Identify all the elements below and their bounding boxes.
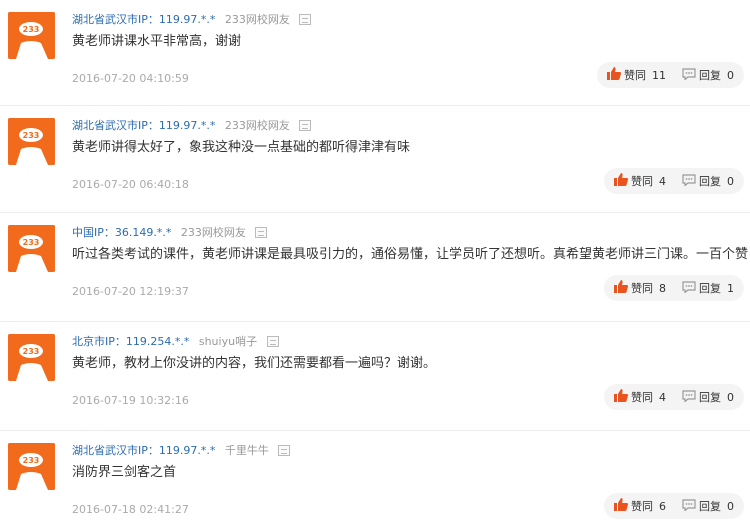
avatar-233-icon[interactable]: 233 — [8, 443, 55, 490]
comment-text: 黄老师，教材上你没讲的内容，我们还需要都看一遍吗？谢谢。 — [72, 356, 437, 371]
like-label: 赞同 — [631, 391, 653, 404]
thumbs-up-icon — [614, 389, 628, 405]
reply-label: 回复 — [699, 500, 721, 513]
comment-item: 233 湖北省武汉市IP：119.97.*.* 233网校网友 黄老师讲得太好了… — [0, 106, 750, 213]
comment-meta: 中国IP：36.149.*.* 233网校网友 — [72, 225, 268, 241]
ip-location: 北京市IP：119.254.*.* — [72, 335, 190, 348]
reply-button[interactable]: 回复 0 — [682, 498, 734, 514]
comment-text: 消防界三剑客之首 — [72, 465, 177, 480]
reply-bubble-icon — [682, 67, 696, 83]
report-icon[interactable] — [299, 13, 312, 25]
comment-meta: 湖北省武汉市IP：119.97.*.* 233网校网友 — [72, 118, 312, 134]
comment-text: 黄老师讲课水平非常高，谢谢 — [72, 34, 242, 49]
ip-location: 湖北省武汉市IP：119.97.*.* — [72, 119, 216, 132]
like-button[interactable]: 赞同 8 — [614, 280, 666, 296]
username: shuiyu哨子 — [198, 335, 258, 348]
reply-button[interactable]: 回复 1 — [682, 280, 734, 296]
comment-meta: 湖北省武汉市IP：119.97.*.* 233网校网友 — [72, 12, 312, 28]
reply-label: 回复 — [699, 175, 721, 188]
like-count: 6 — [659, 499, 666, 513]
like-label: 赞同 — [631, 175, 653, 188]
comment-actions: 赞同 8 回复 1 — [604, 275, 744, 301]
avatar-233-icon[interactable]: 233 — [8, 118, 55, 165]
comment-meta: 北京市IP：119.254.*.* shuiyu哨子 — [72, 334, 279, 350]
reply-count: 0 — [727, 499, 734, 513]
report-icon[interactable] — [299, 119, 312, 131]
report-icon[interactable] — [255, 226, 268, 238]
like-button[interactable]: 赞同 6 — [614, 498, 666, 514]
reply-label: 回复 — [699, 69, 721, 82]
like-button[interactable]: 赞同 4 — [614, 389, 666, 405]
reply-label: 回复 — [699, 391, 721, 404]
reply-count: 0 — [727, 174, 734, 188]
timestamp: 2016-07-20 06:40:18 — [72, 178, 189, 191]
timestamp: 2016-07-18 02:41:27 — [72, 503, 189, 516]
comment-item: 233 中国IP：36.149.*.* 233网校网友 听过各类考试的课件，黄老… — [0, 213, 750, 322]
like-button[interactable]: 赞同 4 — [614, 173, 666, 189]
avatar-233-icon[interactable]: 233 — [8, 225, 55, 272]
thumbs-up-icon — [607, 67, 621, 83]
username: 千里牛牛 — [224, 444, 269, 457]
username: 233网校网友 — [224, 13, 290, 26]
reply-label: 回复 — [699, 282, 721, 295]
report-icon[interactable] — [266, 335, 279, 347]
report-icon[interactable] — [278, 444, 291, 456]
svg-text:233: 233 — [23, 347, 40, 356]
reply-button[interactable]: 回复 0 — [682, 67, 734, 83]
comment-item: 233 湖北省武汉市IP：119.97.*.* 233网校网友 黄老师讲课水平非… — [0, 0, 750, 106]
thumbs-up-icon — [614, 498, 628, 514]
like-count: 4 — [659, 174, 666, 188]
like-count: 4 — [659, 390, 666, 404]
like-count: 11 — [652, 68, 666, 82]
svg-text:233: 233 — [23, 238, 40, 247]
like-button[interactable]: 赞同 11 — [607, 67, 666, 83]
thumbs-up-icon — [614, 173, 628, 189]
svg-text:233: 233 — [23, 131, 40, 140]
reply-bubble-icon — [682, 389, 696, 405]
reply-bubble-icon — [682, 280, 696, 296]
username: 233网校网友 — [180, 226, 246, 239]
reply-button[interactable]: 回复 0 — [682, 389, 734, 405]
avatar-233-icon[interactable]: 233 — [8, 12, 55, 59]
comment-text: 听过各类考试的课件，黄老师讲课是最具吸引力的，通俗易懂，让学员听了还想听。真希望… — [72, 247, 750, 262]
ip-location: 湖北省武汉市IP：119.97.*.* — [72, 13, 216, 26]
timestamp: 2016-07-19 10:32:16 — [72, 394, 189, 407]
like-label: 赞同 — [631, 500, 653, 513]
ip-location: 湖北省武汉市IP：119.97.*.* — [72, 444, 216, 457]
username: 233网校网友 — [224, 119, 290, 132]
comment-actions: 赞同 6 回复 0 — [604, 493, 744, 519]
comment-item: 233 北京市IP：119.254.*.* shuiyu哨子 黄老师，教材上你没… — [0, 322, 750, 431]
comment-actions: 赞同 4 回复 0 — [604, 384, 744, 410]
comment-actions: 赞同 11 回复 0 — [597, 62, 744, 88]
reply-bubble-icon — [682, 173, 696, 189]
like-label: 赞同 — [631, 282, 653, 295]
reply-count: 0 — [727, 68, 734, 82]
timestamp: 2016-07-20 04:10:59 — [72, 72, 189, 85]
like-label: 赞同 — [624, 69, 646, 82]
svg-text:233: 233 — [23, 456, 40, 465]
reply-count: 1 — [727, 281, 734, 295]
comment-text: 黄老师讲得太好了，象我这种没一点基础的都听得津津有味 — [72, 140, 411, 155]
comment-item: 233 湖北省武汉市IP：119.97.*.* 千里牛牛 消防界三剑客之首 20… — [0, 431, 750, 527]
comment-meta: 湖北省武汉市IP：119.97.*.* 千里牛牛 — [72, 443, 291, 459]
timestamp: 2016-07-20 12:19:37 — [72, 285, 189, 298]
svg-text:233: 233 — [23, 25, 40, 34]
avatar-233-icon[interactable]: 233 — [8, 334, 55, 381]
reply-button[interactable]: 回复 0 — [682, 173, 734, 189]
reply-count: 0 — [727, 390, 734, 404]
comment-list: 233 湖北省武汉市IP：119.97.*.* 233网校网友 黄老师讲课水平非… — [0, 0, 750, 527]
comment-actions: 赞同 4 回复 0 — [604, 168, 744, 194]
reply-bubble-icon — [682, 498, 696, 514]
thumbs-up-icon — [614, 280, 628, 296]
like-count: 8 — [659, 281, 666, 295]
ip-location: 中国IP：36.149.*.* — [72, 226, 172, 239]
